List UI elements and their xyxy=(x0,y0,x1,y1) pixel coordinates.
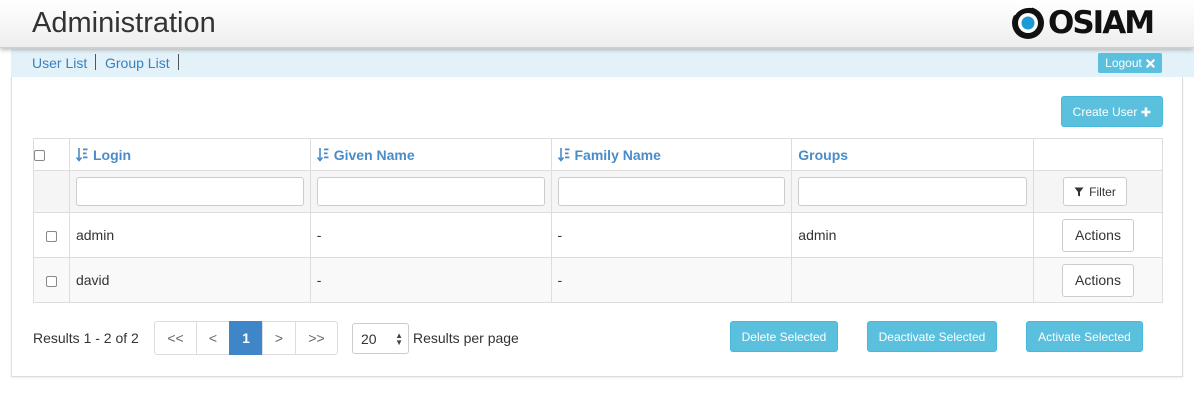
filter-login-cell xyxy=(68,170,311,213)
column-given-name[interactable]: Given Name xyxy=(309,138,552,171)
column-groups: Groups xyxy=(791,138,1035,171)
logout-button[interactable]: Logout xyxy=(1098,53,1162,73)
page-last-button[interactable]: >> xyxy=(295,321,338,355)
page-first-button[interactable]: << xyxy=(154,321,197,355)
sort-icon xyxy=(75,148,88,162)
row-checkbox[interactable] xyxy=(45,275,57,287)
plus-icon xyxy=(1141,107,1151,116)
logout-label: Logout xyxy=(1105,56,1142,70)
user-list-panel: Create User Login Given Name Family Name… xyxy=(11,77,1183,377)
results-summary: Results 1 - 2 of 2 xyxy=(33,330,139,346)
filter-groups-cell xyxy=(791,170,1035,213)
filter-row: Filter xyxy=(33,170,1163,213)
cell-actions: Actions xyxy=(1033,257,1163,303)
cell-given-name: - xyxy=(309,212,552,258)
cell-family-name: - xyxy=(550,212,793,258)
column-family-name[interactable]: Family Name xyxy=(550,138,793,171)
row-checkbox[interactable] xyxy=(45,230,57,242)
deactivate-selected-button[interactable]: Deactivate Selected xyxy=(867,321,997,352)
per-page-select[interactable]: 20 ▲ ▼ xyxy=(352,323,409,354)
nav-user-list-link[interactable]: User List xyxy=(32,55,87,71)
users-table: Login Given Name Family Name Groups Filt… xyxy=(33,138,1163,303)
filter-button[interactable]: Filter xyxy=(1063,177,1128,206)
activate-selected-button[interactable]: Activate Selected xyxy=(1026,321,1143,352)
nav-group-list-link[interactable]: Group List xyxy=(105,55,170,71)
cell-given-name: - xyxy=(309,257,552,303)
page-current-button[interactable]: 1 xyxy=(229,321,263,355)
column-login[interactable]: Login xyxy=(68,138,311,171)
sort-icon xyxy=(316,148,329,162)
filter-icon xyxy=(1074,187,1084,196)
filter-button-label: Filter xyxy=(1089,184,1116,199)
column-actions xyxy=(1033,138,1163,171)
cell-groups xyxy=(791,257,1035,303)
cell-family-name: - xyxy=(550,257,793,303)
column-given-name-label: Given Name xyxy=(333,146,415,163)
filter-family-name-input[interactable] xyxy=(557,177,786,206)
pagination: << < 1 > >> xyxy=(154,321,338,355)
per-page-value: 20 xyxy=(361,330,377,347)
app-header: Administration OSIAM xyxy=(0,0,1194,48)
filter-groups-input[interactable] xyxy=(798,177,1028,206)
per-page-label: Results per page xyxy=(413,330,519,346)
actions-button[interactable]: Actions xyxy=(1062,218,1135,252)
select-arrows-icon: ▲ ▼ xyxy=(395,331,403,347)
filter-family-name-cell xyxy=(550,170,793,213)
cell-login: admin xyxy=(68,212,311,258)
select-all-checkbox[interactable] xyxy=(34,150,45,162)
actions-button[interactable]: Actions xyxy=(1062,263,1135,297)
osiam-logo: OSIAM xyxy=(1010,4,1166,42)
filter-button-cell: Filter xyxy=(1033,170,1163,213)
cell-login: david xyxy=(68,257,311,303)
nav-divider xyxy=(95,54,96,70)
sort-icon xyxy=(557,148,569,162)
select-all-cell xyxy=(33,138,70,171)
create-user-button[interactable]: Create User xyxy=(1061,96,1163,127)
cell-groups: admin xyxy=(791,212,1035,258)
filter-given-name-input[interactable] xyxy=(316,177,545,206)
row-select-cell xyxy=(33,257,70,303)
logo-text: OSIAM xyxy=(1048,5,1155,41)
column-family-name-label: Family Name xyxy=(574,146,661,163)
filter-given-name-cell xyxy=(309,170,552,213)
osiam-logo-icon xyxy=(1012,5,1044,39)
close-icon xyxy=(1146,58,1155,68)
page-prev-button[interactable]: < xyxy=(196,321,230,355)
delete-selected-button[interactable]: Delete Selected xyxy=(730,321,838,352)
table-header-row: Login Given Name Family Name Groups xyxy=(33,138,1163,171)
nav-divider xyxy=(178,54,179,70)
column-login-label: Login xyxy=(92,146,132,163)
table-row: david - - Actions xyxy=(33,257,1163,303)
nav-bar: User List Group List Logout xyxy=(11,49,1194,77)
page-next-button[interactable]: > xyxy=(262,321,296,355)
page-title: Administration xyxy=(32,7,216,39)
row-select-cell xyxy=(33,212,70,258)
filter-login-input[interactable] xyxy=(75,177,304,206)
filter-spacer-cell xyxy=(33,170,70,213)
column-groups-label: Groups xyxy=(798,146,849,163)
cell-actions: Actions xyxy=(1033,212,1163,258)
create-user-label: Create User xyxy=(1072,104,1138,119)
table-row: admin - - admin Actions xyxy=(33,212,1163,258)
